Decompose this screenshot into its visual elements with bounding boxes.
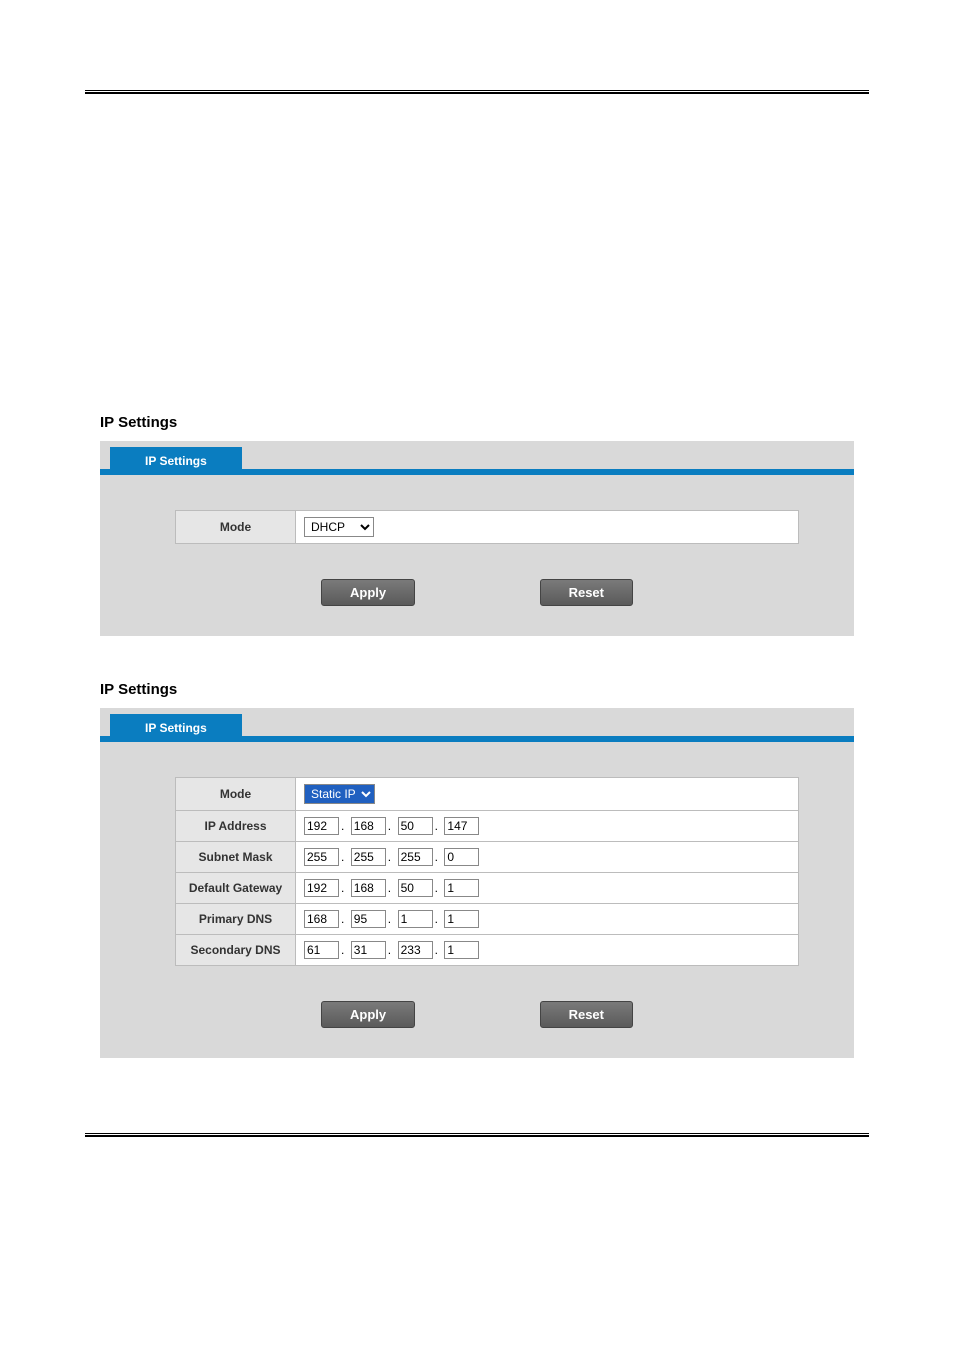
section2-apply-button[interactable]: Apply [321,1001,415,1028]
section2-secondary-dns-label: Secondary DNS [176,935,296,966]
dot-separator: . [341,943,344,957]
section2-gateway-cell: . . . [296,873,799,904]
section1-panel: IP Settings Mode DHCP Apply Reset [100,441,854,636]
section1-apply-button[interactable]: Apply [321,579,415,606]
section1-tab-bar: IP Settings [100,441,854,475]
section1-heading: IP Settings [100,414,854,431]
section2-gateway-label: Default Gateway [176,873,296,904]
section2-ip-octet2[interactable] [351,817,386,835]
section2-mode-select[interactable]: Static IP [304,784,375,804]
section1-mode-select[interactable]: DHCP [304,517,374,537]
dot-separator: . [435,943,438,957]
dot-separator: . [388,912,391,926]
section2-pdns-octet4[interactable] [444,910,479,928]
section2-subnet-mask-cell: . . . [296,842,799,873]
dot-separator: . [388,850,391,864]
section1-mode-label: Mode [176,511,296,544]
section2-panel: IP Settings Mode Static IP IP Address . … [100,708,854,1058]
section2-button-row: Apply Reset [100,1001,854,1028]
section2-mode-label: Mode [176,778,296,811]
dot-separator: . [388,819,391,833]
dot-separator: . [341,819,344,833]
section2-form-table: Mode Static IP IP Address . . . Subnet M… [175,777,799,966]
section2-ip-octet1[interactable] [304,817,339,835]
section2-gateway-octet2[interactable] [351,879,386,897]
dot-separator: . [388,943,391,957]
dot-separator: . [435,819,438,833]
section2-ip-octet3[interactable] [398,817,433,835]
section2-subnet-mask-label: Subnet Mask [176,842,296,873]
section2-gateway-octet1[interactable] [304,879,339,897]
section2-sdns-octet1[interactable] [304,941,339,959]
section1-reset-button[interactable]: Reset [540,579,633,606]
section2-heading: IP Settings [100,681,854,698]
section2-subnet-octet4[interactable] [444,848,479,866]
section1-form-table: Mode DHCP [175,510,799,544]
section2-sdns-octet3[interactable] [398,941,433,959]
dot-separator: . [435,850,438,864]
section1-button-row: Apply Reset [100,579,854,606]
section2-pdns-octet3[interactable] [398,910,433,928]
dot-separator: . [435,912,438,926]
section2-pdns-octet1[interactable] [304,910,339,928]
section2-gateway-octet3[interactable] [398,879,433,897]
dot-separator: . [341,881,344,895]
dot-separator: . [388,881,391,895]
section2-gateway-octet4[interactable] [444,879,479,897]
dot-separator: . [341,912,344,926]
section2-tab-bar: IP Settings [100,708,854,742]
section1-tab-ip-settings[interactable]: IP Settings [110,447,242,475]
section2-sdns-octet2[interactable] [351,941,386,959]
section2-ip-address-cell: . . . [296,811,799,842]
section2-pdns-octet2[interactable] [351,910,386,928]
section2-subnet-octet1[interactable] [304,848,339,866]
section2-tab-ip-settings[interactable]: IP Settings [110,714,242,742]
section2-subnet-octet3[interactable] [398,848,433,866]
section2-primary-dns-cell: . . . [296,904,799,935]
section2-primary-dns-label: Primary DNS [176,904,296,935]
dot-separator: . [341,850,344,864]
dot-separator: . [435,881,438,895]
section2-reset-button[interactable]: Reset [540,1001,633,1028]
section2-secondary-dns-cell: . . . [296,935,799,966]
section2-subnet-octet2[interactable] [351,848,386,866]
section2-sdns-octet4[interactable] [444,941,479,959]
section2-ip-octet4[interactable] [444,817,479,835]
section2-ip-address-label: IP Address [176,811,296,842]
